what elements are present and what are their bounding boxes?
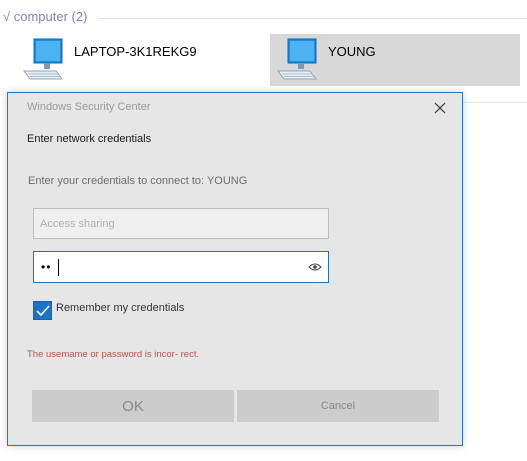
group-header[interactable]: √ computer (2) bbox=[3, 9, 87, 24]
cancel-button[interactable]: Cancel bbox=[237, 390, 439, 422]
device-name: YOUNG bbox=[328, 44, 376, 59]
text-caret bbox=[58, 259, 59, 276]
device-young[interactable]: YOUNG bbox=[270, 34, 520, 86]
ok-button[interactable]: OK bbox=[32, 390, 234, 422]
credentials-dialog: Windows Security Center Enter network cr… bbox=[7, 92, 463, 446]
remember-credentials[interactable]: Remember my credentials bbox=[33, 301, 184, 320]
device-name: LAPTOP-3K1REKG9 bbox=[74, 44, 197, 59]
username-input[interactable] bbox=[33, 208, 329, 239]
remember-label: Remember my credentials bbox=[56, 302, 185, 314]
password-input[interactable]: •• bbox=[33, 251, 329, 283]
dialog-heading: Enter network credentials bbox=[27, 133, 152, 145]
checkmark-icon bbox=[36, 305, 50, 317]
divider bbox=[463, 102, 527, 103]
close-icon[interactable] bbox=[432, 100, 448, 116]
remember-checkbox[interactable] bbox=[33, 301, 52, 320]
error-message: The usemame or password is incor- rect. bbox=[27, 349, 200, 360]
eye-icon[interactable] bbox=[308, 262, 322, 272]
group-divider bbox=[98, 18, 527, 19]
computer-icon bbox=[23, 38, 63, 80]
computer-icon bbox=[277, 38, 317, 80]
password-mask: •• bbox=[41, 260, 52, 274]
dialog-title: Windows Security Center bbox=[27, 101, 151, 113]
device-laptop[interactable]: LAPTOP-3K1REKG9 bbox=[20, 34, 255, 86]
connect-prompt: Enter your credentials to connect to: YO… bbox=[28, 175, 248, 187]
desktop: √ computer (2) LAPTOP-3K1REKG9 YOUNG Win… bbox=[0, 0, 527, 461]
